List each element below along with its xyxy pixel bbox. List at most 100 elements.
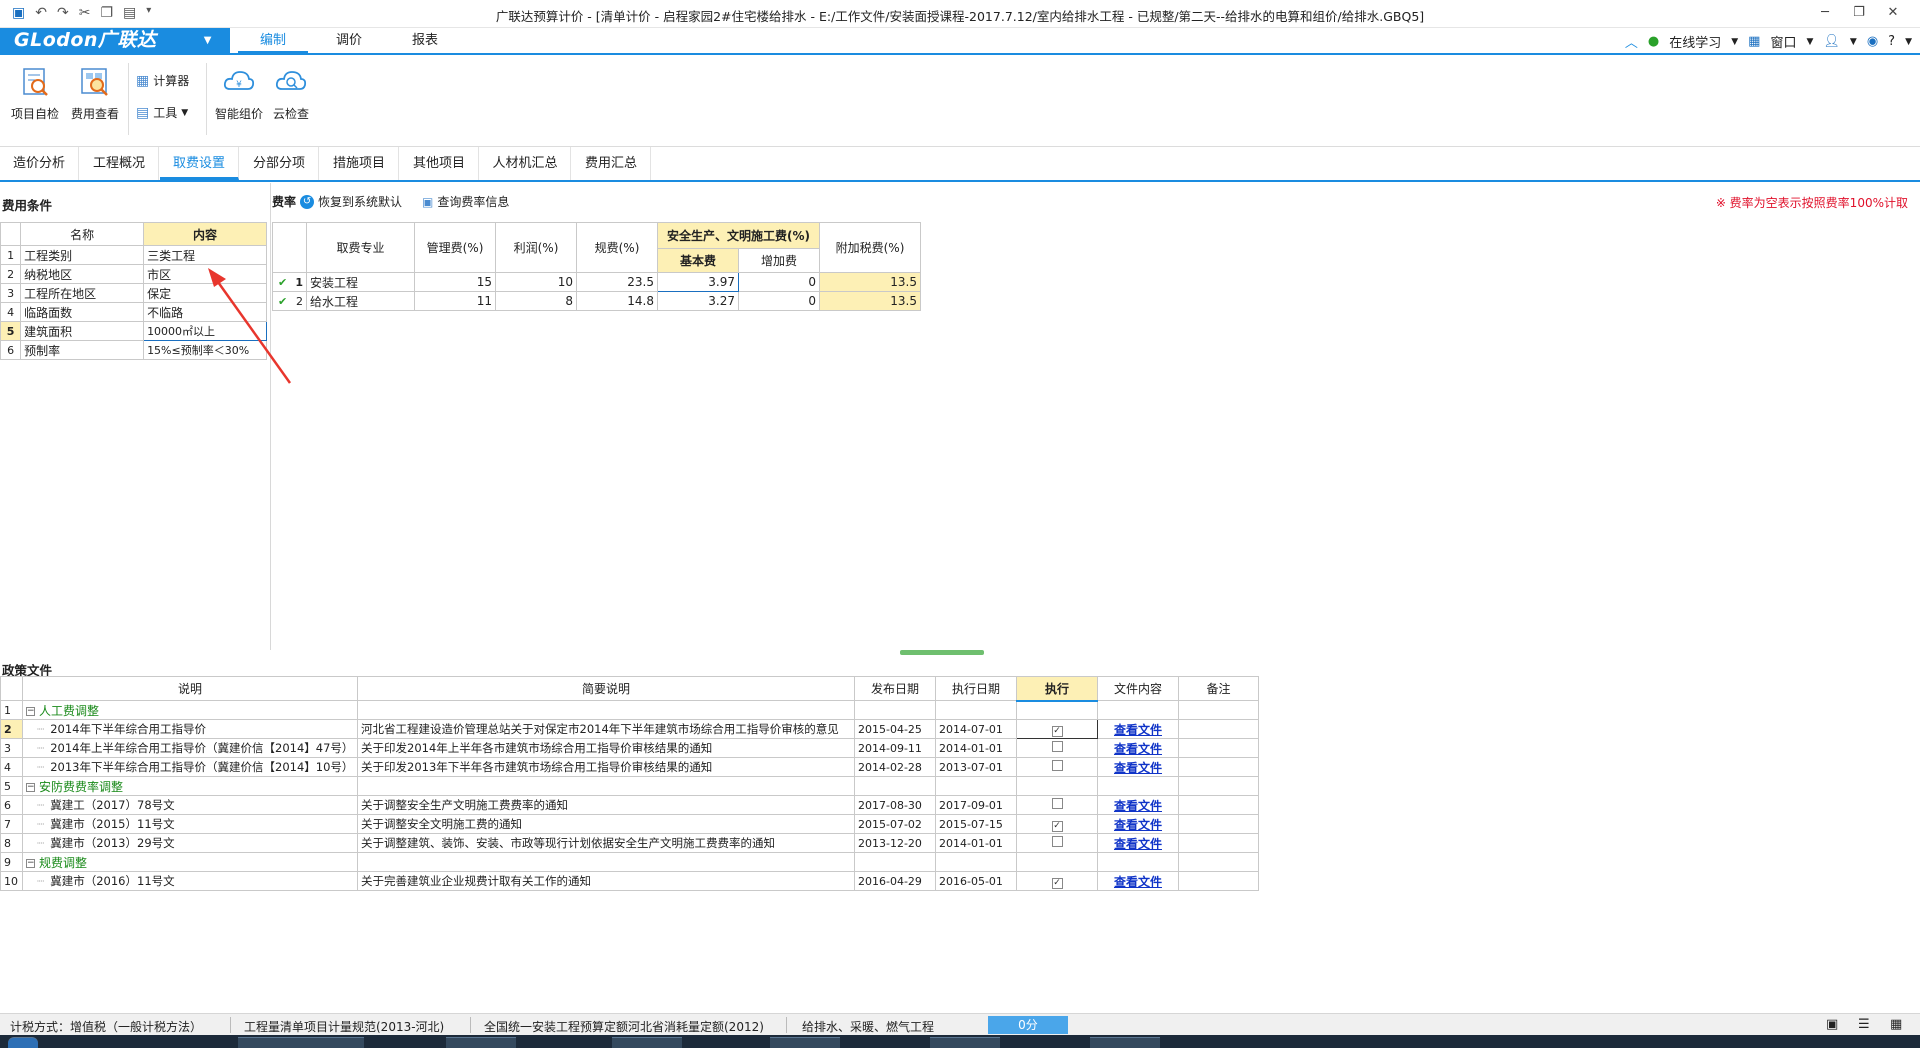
policy-remark[interactable] [1178, 852, 1259, 872]
condition-row[interactable]: 1 工程类别 三类工程 [0, 245, 267, 265]
condition-row[interactable]: 3 工程所在地区 保定 [0, 283, 267, 303]
view-file-link[interactable]: 查看文件 [1097, 814, 1179, 834]
policy-remark[interactable] [1178, 776, 1259, 796]
policy-remark[interactable] [1178, 795, 1259, 815]
policy-row[interactable]: 5− 安防费费率调整 [0, 776, 1259, 796]
condition-value[interactable]: 不临路 [143, 302, 267, 322]
panel-splitter[interactable] [900, 650, 984, 655]
online-learning-icon[interactable]: ● [1648, 34, 1659, 49]
tab-labor-material-summary[interactable]: 人材机汇总 [480, 147, 571, 180]
rate-mgmt[interactable]: 15 [414, 272, 496, 292]
rate-row[interactable]: ✔ 1 安装工程 15 10 23.5 3.97 0 13.5 [272, 272, 921, 292]
start-button[interactable] [8, 1037, 38, 1048]
condition-value[interactable]: 10000㎡以上 [143, 321, 267, 341]
policy-row[interactable]: 3 ┈ 2014年上半年综合用工指导价（冀建价信【2014】47号） 关于印发2014… [0, 738, 1259, 758]
rate-extra[interactable]: 0 [738, 291, 820, 311]
execute-checkbox[interactable] [1051, 836, 1063, 847]
execute-checkbox[interactable] [1051, 741, 1063, 752]
condition-row[interactable]: 5 建筑面积 10000㎡以上 [0, 321, 267, 341]
policy-row[interactable]: 8 ┈ 冀建市（2013）29号文 关于调整建筑、装饰、安装、市政等现行计划依据安全生… [0, 833, 1259, 853]
rate-regulation[interactable]: 23.5 [576, 272, 658, 292]
view-file-link[interactable]: 查看文件 [1097, 757, 1179, 777]
rate-row[interactable]: ✔ 2 给水工程 11 8 14.8 3.27 0 13.5 [272, 291, 921, 311]
dropdown-icon[interactable]: ▼ [1850, 37, 1857, 47]
collapse-ribbon-icon[interactable]: ︿ [1625, 32, 1638, 51]
tools-button[interactable]: ▤ 工具 ▼ [136, 104, 188, 121]
dropdown-icon[interactable]: ▼ [1731, 37, 1738, 47]
dropdown-icon[interactable]: ▼ [1905, 37, 1912, 47]
execute-checkbox[interactable]: ✓ [1051, 820, 1063, 832]
restore-icon[interactable]: ❐ [1842, 3, 1876, 23]
taskbar-app-button[interactable] [612, 1037, 682, 1048]
taskbar-app-button[interactable] [770, 1037, 840, 1048]
tab-other-items[interactable]: 其他项目 [400, 147, 479, 180]
taskbar-app-button[interactable] [930, 1037, 1000, 1048]
policy-row[interactable]: 10 ┈ 冀建市（2016）11号文 关于完善建筑业企业规费计取有关工作的通知 2016… [0, 871, 1259, 891]
condition-value[interactable]: 保定 [143, 283, 267, 303]
menu-adjust-price[interactable]: 调价 [318, 28, 380, 53]
dropdown-icon[interactable]: ▼ [1806, 37, 1813, 47]
smart-price-button[interactable]: ¥ 智能组价 [212, 65, 266, 122]
mascot-icon[interactable]: ◉ [1867, 34, 1878, 49]
policy-row[interactable]: 9− 规费调整 [0, 852, 1259, 872]
policy-row[interactable]: 6 ┈ 冀建工（2017）78号文 关于调整安全生产文明施工费费率的通知 2017-08… [0, 795, 1259, 815]
tab-project-overview[interactable]: 工程概况 [80, 147, 159, 180]
tab-fee-settings[interactable]: 取费设置 [160, 147, 239, 180]
tab-cost-analysis[interactable]: 造价分析 [0, 147, 79, 180]
view-file-link[interactable]: 查看文件 [1097, 871, 1179, 891]
rate-profit[interactable]: 8 [495, 291, 577, 311]
condition-value[interactable]: 15%≤预制率＜30% [143, 340, 267, 360]
condition-row[interactable]: 2 纳税地区 市区 [0, 264, 267, 284]
rate-regulation[interactable]: 14.8 [576, 291, 658, 311]
view-file-link[interactable]: 查看文件 [1097, 833, 1179, 853]
rate-base[interactable]: 3.27 [657, 291, 739, 311]
taskbar-app-button[interactable] [446, 1037, 516, 1048]
cloud-check-button[interactable]: 云检查 [264, 65, 318, 122]
view-file-link[interactable]: 查看文件 [1097, 738, 1179, 758]
rate-base[interactable]: 3.97 [657, 272, 739, 292]
online-learning-link[interactable]: 在线学习 [1669, 32, 1721, 51]
view-file-link[interactable]: 查看文件 [1097, 719, 1179, 739]
execute-checkbox[interactable]: ✓ [1051, 725, 1063, 737]
menu-report[interactable]: 报表 [394, 28, 456, 53]
policy-remark[interactable] [1178, 871, 1259, 891]
window-menu[interactable]: 窗口 [1770, 32, 1796, 51]
view-normal-icon[interactable]: ▣ [1826, 1017, 1838, 1032]
calculator-button[interactable]: ▦ 计算器 [136, 72, 189, 89]
policy-row[interactable]: 4 ┈ 2013年下半年综合用工指导价（冀建价信【2014】10号） 关于印发2013… [0, 757, 1259, 777]
policy-remark[interactable] [1178, 833, 1259, 853]
tab-fee-summary[interactable]: 费用汇总 [572, 147, 651, 180]
rate-profit[interactable]: 10 [495, 272, 577, 292]
policy-row[interactable]: 1− 人工费调整 [0, 700, 1259, 720]
execute-checkbox[interactable]: ✓ [1051, 877, 1063, 889]
help-icon[interactable]: ? [1888, 34, 1895, 49]
view-file-link[interactable]: 查看文件 [1097, 795, 1179, 815]
close-icon[interactable]: ✕ [1876, 3, 1910, 23]
project-check-button[interactable]: 项目自检 [8, 65, 62, 122]
taskbar-app-button[interactable] [294, 1037, 364, 1048]
query-rate-button[interactable]: 查询费率信息 [437, 193, 509, 210]
window-grid-icon[interactable]: ▦ [1748, 34, 1760, 49]
condition-value[interactable]: 三类工程 [143, 245, 267, 265]
rate-tax[interactable]: 13.5 [819, 272, 921, 292]
tab-measures[interactable]: 措施项目 [320, 147, 399, 180]
policy-row[interactable]: 2 ┈ 2014年下半年综合用工指导价 河北省工程建设造价管理总站关于对保定市2014… [0, 719, 1259, 739]
execute-checkbox[interactable] [1051, 798, 1063, 809]
minimize-icon[interactable]: ─ [1808, 3, 1842, 23]
rate-mgmt[interactable]: 11 [414, 291, 496, 311]
policy-remark[interactable] [1178, 738, 1259, 758]
tab-sub-items[interactable]: 分部分项 [240, 147, 319, 180]
view-list-icon[interactable]: ☰ [1858, 1017, 1870, 1032]
policy-remark[interactable] [1178, 757, 1259, 777]
condition-value[interactable]: 市区 [143, 264, 267, 284]
collapse-icon[interactable]: − [26, 706, 35, 716]
view-grid-icon[interactable]: ▦ [1890, 1017, 1902, 1032]
rate-extra[interactable]: 0 [738, 272, 820, 292]
user-icon[interactable]: 👤︎ [1823, 34, 1840, 49]
fee-view-button[interactable]: 费用查看 [68, 65, 122, 122]
collapse-icon[interactable]: − [26, 782, 35, 792]
collapse-icon[interactable]: − [26, 858, 35, 868]
score-badge[interactable]: 0分 [988, 1016, 1068, 1034]
rate-tax[interactable]: 13.5 [819, 291, 921, 311]
condition-row[interactable]: 6 预制率 15%≤预制率＜30% [0, 340, 267, 360]
